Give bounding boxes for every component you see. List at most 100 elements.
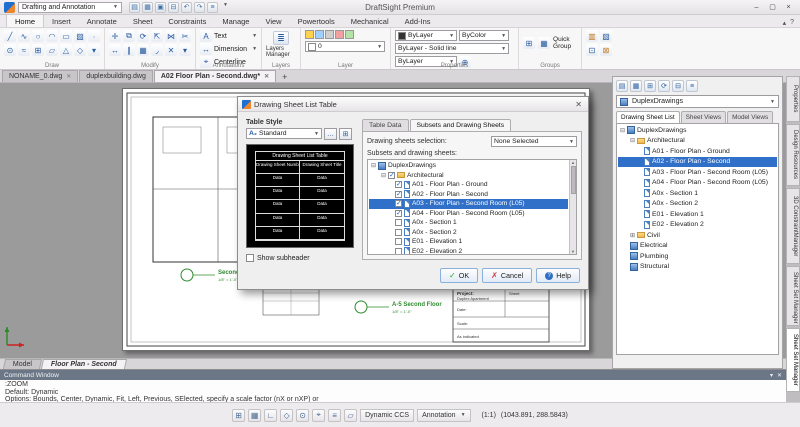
undo-icon[interactable]: ↶ — [181, 2, 192, 13]
more-modify-icon[interactable]: ▾ — [179, 44, 191, 56]
redo-icon[interactable]: ↷ — [194, 2, 205, 13]
layer-lock-icon[interactable] — [325, 30, 334, 39]
offset-tool-icon[interactable]: ∥ — [123, 44, 135, 56]
side-tab-sheet-set-manager-active[interactable]: Sheet Set Manager — [786, 328, 800, 392]
side-tab-design-resources[interactable]: Design Resources — [786, 124, 800, 186]
table-tool-icon[interactable]: ⊞ — [32, 44, 44, 56]
tree-scrollbar[interactable]: ▲ ▼ — [569, 160, 576, 254]
more-draw-icon[interactable]: ▾ — [88, 44, 100, 56]
line-tool-icon[interactable]: ╱ — [4, 30, 16, 42]
layer-print-icon[interactable] — [345, 30, 354, 39]
tree-item[interactable]: A01 - Floor Plan - Ground — [618, 146, 777, 157]
lineweight-toggle-icon[interactable]: ≡ — [328, 409, 341, 422]
ribbon-tab-manage[interactable]: Manage — [214, 15, 257, 27]
tool-a-icon[interactable]: ▥ — [586, 30, 598, 42]
tree-item[interactable]: A04 - Floor Plan - Second Room (L05) — [369, 209, 568, 219]
layer-color-icon[interactable] — [335, 30, 344, 39]
ribbon-tab-sheet[interactable]: Sheet — [125, 15, 161, 27]
command-window-header[interactable]: Command Window ▾ ✕ — [0, 370, 786, 380]
dynamic-input-toggle-icon[interactable]: ▱ — [344, 409, 357, 422]
tree-item[interactable]: ⊟ DuplexDrawings — [369, 161, 568, 171]
publish-icon[interactable]: ⊟ — [672, 80, 684, 92]
ribbon-tab-addins[interactable]: Add-Ins — [397, 15, 439, 27]
ribbon-tab-insert[interactable]: Insert — [44, 15, 79, 27]
workspace-select[interactable]: Drafting and Annotation ▼ — [18, 2, 122, 13]
etrack-toggle-icon[interactable]: ⌖ — [312, 409, 325, 422]
tree-item[interactable]: A0x - Section 2 — [618, 199, 777, 210]
layer-on-icon[interactable] — [305, 30, 314, 39]
checkbox-icon[interactable] — [395, 181, 402, 188]
quick-group-label[interactable]: Quick Group — [553, 36, 577, 50]
tab-floor-plan-second[interactable]: Floor Plan - Second — [41, 359, 127, 369]
tree-item[interactable]: Plumbing — [618, 251, 777, 262]
open-file-icon[interactable]: ▦ — [142, 2, 153, 13]
help-button[interactable]: ? Help — [536, 268, 580, 283]
tree-item[interactable]: ⊟ Architectural — [618, 136, 777, 147]
tree-item[interactable]: A03 - Floor Plan - Second Room (L05) — [618, 167, 777, 178]
ortho-toggle-icon[interactable]: ∟ — [264, 409, 277, 422]
checkbox-icon[interactable] — [395, 210, 402, 217]
show-subheader-checkbox[interactable] — [246, 254, 254, 262]
doc-tab-duplexbuilding[interactable]: duplexbuilding.dwg — [79, 70, 153, 82]
group-create-icon[interactable]: ⊞ — [523, 37, 535, 49]
tree-item-selected[interactable]: A03 - Floor Plan - Second Room (L05) — [369, 199, 568, 209]
open-sheet-set-icon[interactable]: ▦ — [630, 80, 642, 92]
line-color-select[interactable]: ByLayer ▼ — [395, 30, 457, 41]
tool-c-icon[interactable]: ⊡ — [586, 44, 598, 56]
ribbon-tab-annotate[interactable]: Annotate — [79, 15, 125, 27]
collapse-icon[interactable]: ⊟ — [371, 162, 378, 169]
esnap-toggle-icon[interactable]: ⊙ — [296, 409, 309, 422]
text-tool[interactable]: A Text ▼ — [200, 30, 257, 42]
scale-tool-icon[interactable]: ⇱ — [151, 30, 163, 42]
restore-button[interactable]: ▢ — [765, 2, 780, 13]
tree-item[interactable]: A0x - Section 1 — [618, 188, 777, 199]
stretch-tool-icon[interactable]: ↔ — [109, 44, 121, 56]
point-tool-icon[interactable]: ∙ — [88, 30, 100, 42]
tree-item[interactable]: E01 - Elevation 1 — [618, 209, 777, 220]
checkbox-icon[interactable] — [395, 229, 402, 236]
ok-button[interactable]: ✓ OK — [440, 268, 478, 283]
dialog-sheet-tree[interactable]: ⊟ DuplexDrawings ⊟ Architectural A01 - F… — [367, 159, 577, 255]
scroll-down-icon[interactable]: ▼ — [571, 249, 575, 254]
ribbon-collapse-icon[interactable]: ▴ — [783, 19, 787, 27]
tree-item[interactable]: A04 - Floor Plan - Second Room (L05) — [618, 178, 777, 189]
tree-item[interactable]: A02 - Floor Plan - Second — [369, 190, 568, 200]
command-close-icon[interactable]: ✕ — [777, 372, 782, 379]
minimize-button[interactable]: – — [749, 2, 764, 13]
table-style-select[interactable]: A₂ Standard ▼ — [246, 128, 322, 139]
group-edit-icon[interactable]: ▦ — [538, 37, 550, 49]
collapse-icon[interactable]: ⊟ — [630, 137, 637, 144]
print-icon[interactable]: ⊟ — [168, 2, 179, 13]
tab-model[interactable]: Model — [3, 359, 42, 369]
polyline-tool-icon[interactable]: ∿ — [18, 30, 30, 42]
import-sheet-icon[interactable]: ⊞ — [644, 80, 656, 92]
options-icon[interactable]: ≡ — [686, 80, 698, 92]
tree-item-selected[interactable]: A02 - Floor Plan - Second — [618, 157, 777, 168]
checkbox-icon[interactable] — [395, 191, 402, 198]
collapse-icon[interactable]: ⊟ — [620, 127, 627, 134]
hatch-tool-icon[interactable]: ▨ — [74, 30, 86, 42]
tool-d-icon[interactable]: ⊠ — [600, 44, 612, 56]
refresh-icon[interactable]: ⟳ — [658, 80, 670, 92]
checkbox-icon[interactable] — [388, 172, 395, 179]
collapse-icon[interactable]: ⊟ — [381, 172, 388, 179]
palette-sheet-tree[interactable]: ⊟ DuplexDrawings ⊟ Architectural A01 - F… — [616, 123, 779, 355]
move-tool-icon[interactable]: ✛ — [109, 30, 121, 42]
copy-tool-icon[interactable]: ⧉ — [123, 30, 135, 42]
bycolor-select[interactable]: ByColor ▼ — [459, 30, 509, 41]
dialog-close-icon[interactable]: ✕ — [573, 100, 584, 109]
tree-item[interactable]: Electrical — [618, 241, 777, 252]
expand-icon[interactable]: ⊞ — [630, 232, 637, 239]
scroll-up-icon[interactable]: ▲ — [571, 160, 575, 165]
doc-tab-a02-floorplan[interactable]: A02 Floor Plan - Second.dwg* ✕ — [154, 70, 276, 82]
side-tab-properties[interactable]: Properties — [786, 76, 800, 122]
checkbox-icon[interactable] — [395, 248, 402, 255]
tab-sheet-views[interactable]: Sheet Views — [681, 111, 726, 123]
tree-item[interactable]: A0x - Section 1 — [369, 218, 568, 228]
snap-toggle-icon[interactable]: ⊞ — [232, 409, 245, 422]
close-icon[interactable]: ✕ — [264, 73, 269, 80]
ribbon-tab-powertools[interactable]: Powertools — [290, 15, 343, 27]
circle-tool-icon[interactable]: ○ — [32, 30, 44, 42]
tab-model-views[interactable]: Model Views — [727, 111, 773, 123]
tree-item[interactable]: E02 - Elevation 2 — [369, 247, 568, 256]
